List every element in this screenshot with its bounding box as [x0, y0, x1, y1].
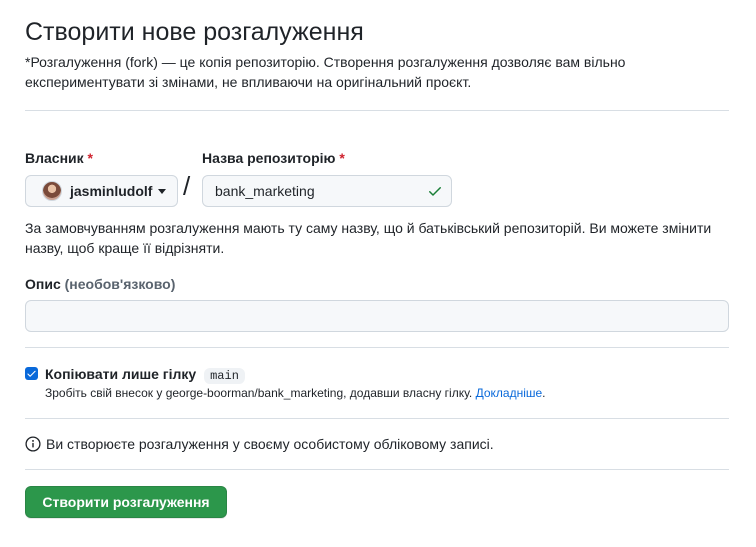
- copy-branch-note-text: Зробіть свій внесок у george-boorman/ban…: [45, 386, 473, 400]
- repo-name-label: Назва репозиторію *: [202, 150, 345, 166]
- copy-branch-checkbox[interactable]: [25, 367, 38, 380]
- note-period: .: [542, 386, 546, 400]
- owner-label-text: Власник: [25, 150, 84, 166]
- owner-repo-separator: /: [183, 171, 191, 201]
- repo-name-label-text: Назва репозиторію: [202, 150, 336, 166]
- optional-note: (необов'язково): [64, 276, 176, 292]
- divider: [25, 347, 729, 348]
- page-title: Створити нове розгалуження: [25, 18, 364, 46]
- create-fork-button[interactable]: Створити розгалуження: [25, 486, 227, 518]
- avatar: [42, 181, 62, 201]
- repo-name-input[interactable]: [202, 175, 452, 207]
- account-info: Ви створюєте розгалуження у своєму особи…: [25, 436, 494, 452]
- checkmark-icon: [27, 370, 36, 377]
- required-mark: *: [339, 150, 345, 166]
- account-info-text: Ви створюєте розгалуження у своєму особи…: [46, 436, 494, 452]
- description-label-text: Опис: [25, 276, 61, 292]
- owner-name: jasminludolf: [70, 183, 153, 199]
- copy-branch-label-text: Копіювати лише гілку: [45, 366, 197, 382]
- repo-name-hint: За замовчуванням розгалуження мають ту с…: [25, 220, 712, 256]
- required-mark: *: [87, 150, 93, 166]
- check-icon: [429, 187, 441, 196]
- copy-branch-label[interactable]: Копіювати лише гілку main: [45, 366, 245, 384]
- description-label: Опис (необов'язково): [25, 276, 175, 292]
- info-icon: [25, 436, 41, 452]
- triangle-down-icon: [158, 188, 167, 194]
- divider: [25, 469, 729, 470]
- owner-select-button[interactable]: jasminludolf: [25, 175, 178, 207]
- owner-label: Власник *: [25, 150, 93, 166]
- learn-more-link[interactable]: Докладніше: [476, 386, 543, 400]
- description-input[interactable]: [25, 300, 729, 332]
- branch-name: main: [204, 368, 245, 384]
- page-intro: *Розгалуження (fork) — це копія репозито…: [25, 54, 626, 90]
- divider: [25, 110, 729, 111]
- divider: [25, 418, 729, 419]
- copy-branch-note: Зробіть свій внесок у george-boorman/ban…: [45, 386, 546, 400]
